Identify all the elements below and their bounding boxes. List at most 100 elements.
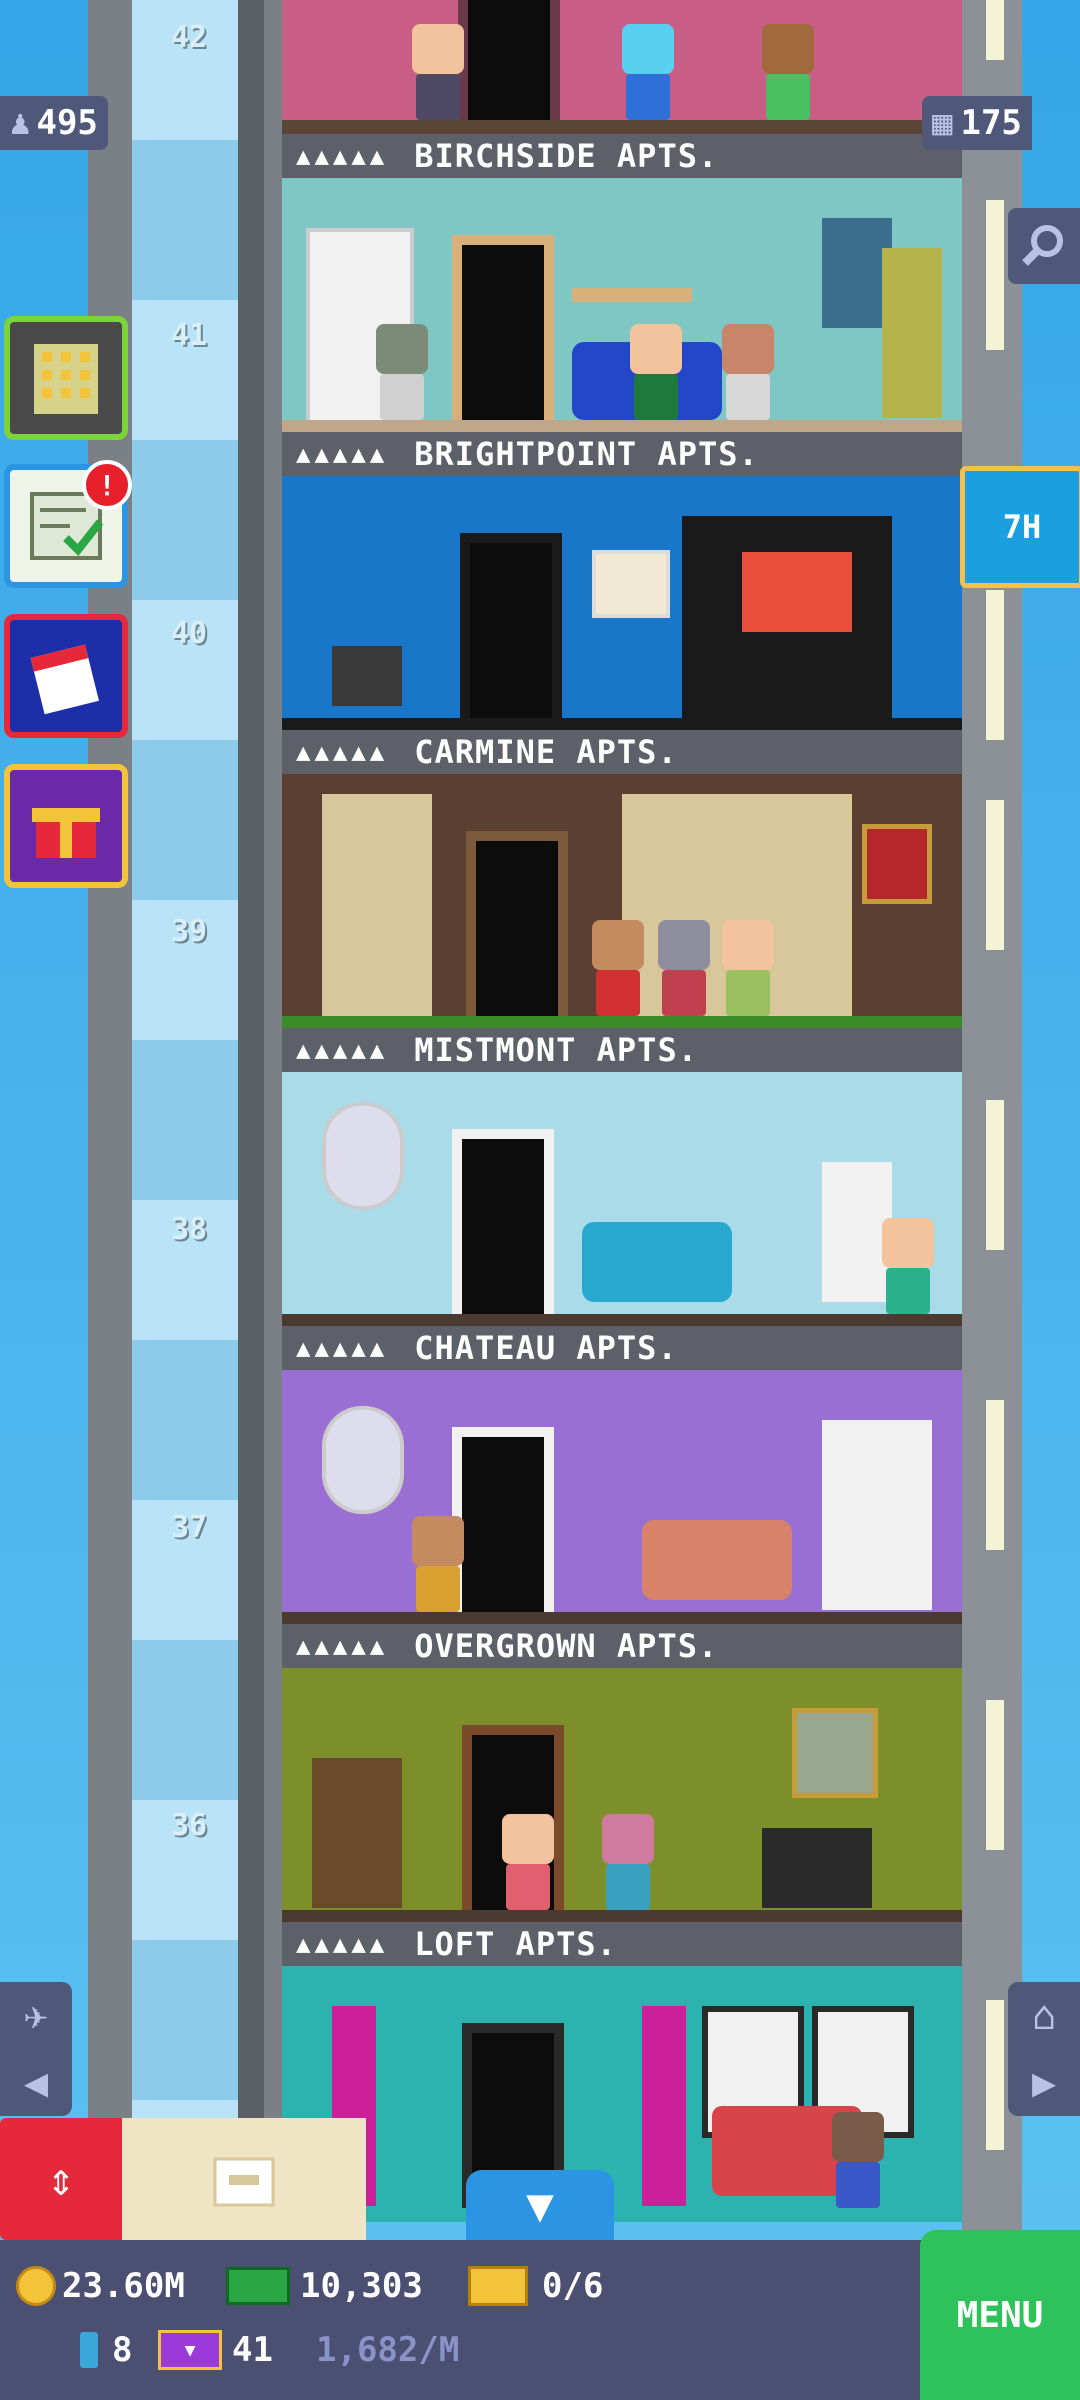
floor-mistmont[interactable]: ▲▲▲▲▲ MISTMONT APTS. [282,1028,962,1328]
bottom-bar: 23.60M 10,303 0/6 8 ▼ 41 1,682/M [0,2240,1080,2400]
wall-shelf [572,288,692,302]
floor-name: LOFT APTS. [414,1925,617,1963]
floor-birchside[interactable]: ▲▲▲▲▲ BIRCHSIDE APTS. [282,134,962,434]
floor-42-room[interactable] [282,0,962,134]
building-icon: ▦ [932,103,953,143]
alert-badge: ! [82,460,132,510]
chevron-down-icon: ▼ [526,2178,554,2232]
vip-display: ▼ 41 [158,2330,273,2370]
bux-display: 10,303 [226,2266,423,2306]
tickets-display: 0/6 [468,2266,603,2306]
tower-window [986,0,1004,60]
arrow-right-icon: ▶ [1031,2059,1057,2106]
fireplace [762,1828,872,1908]
floor-label-bar: ▲▲▲▲▲ MISTMONT APTS. [282,1028,962,1072]
wallpaper-panel [322,794,432,1024]
vip-icon: ▼ [158,2330,222,2370]
airplane-icon: ✈ [23,1992,49,2039]
floor-label-bar: ▲▲▲▲▲ CHATEAU APTS. [282,1326,962,1370]
floor-number-38: 38 [170,1212,208,1247]
floor-label-bar: ▲▲▲▲▲ BRIGHTPOINT APTS. [282,432,962,476]
tickets-value: 0/6 [542,2266,604,2306]
box-icon [213,2157,275,2207]
menu-button[interactable]: MENU [920,2230,1080,2400]
income-rate: 1,682/M [316,2330,460,2370]
coins-display: 23.60M [16,2266,185,2306]
bux-value: 10,303 [300,2266,423,2306]
arrow-left-icon: ◀ [23,2059,49,2106]
table [332,646,402,706]
floor-label-bar: ▲▲▲▲▲ CARMINE APTS. [282,730,962,774]
occupancy-icon: ▲▲▲▲▲ [296,738,389,766]
search-icon [1022,225,1063,266]
tower-window [986,2000,1004,2150]
person-icon: ♟ [10,103,31,143]
occupancy-icon: ▲▲▲▲▲ [296,1334,389,1362]
right-nav-button[interactable]: ⌂ ▶ [1008,1982,1080,2116]
gems-display: 8 [80,2330,132,2370]
home-icon: ⌂ [1031,1992,1057,2039]
elevator-button[interactable]: ⇕ [0,2118,122,2240]
floor-number-42: 42 [170,20,208,55]
stock-button[interactable] [122,2118,366,2240]
sofa [582,1222,732,1302]
painting [862,824,932,904]
occupancy-icon: ▲▲▲▲▲ [296,142,389,170]
bookshelf [312,1758,402,1908]
gift-button[interactable] [4,764,128,888]
tower-window [986,1700,1004,1850]
coins-value: 23.60M [62,2266,185,2306]
build-floor-button[interactable] [4,316,128,440]
occupancy-icon: ▲▲▲▲▲ [296,1930,389,1958]
mirror [322,1102,404,1210]
floor-name: BIRCHSIDE APTS. [414,137,719,175]
golden-ticket-icon [468,2266,528,2306]
occupancy-icon: ▲▲▲▲▲ [296,1632,389,1660]
sofa [642,1520,792,1600]
elevator-rail [238,0,264,2240]
floor-label-bar: ▲▲▲▲▲ OVERGROWN APTS. [282,1624,962,1668]
gem-icon [80,2332,98,2368]
search-button[interactable] [1008,208,1080,284]
daily-calendar-button[interactable] [4,614,128,738]
floor-name: CHATEAU APTS. [414,1329,678,1367]
occupancy-icon: ▲▲▲▲▲ [296,440,389,468]
floor-overgrown[interactable]: ▲▲▲▲▲ OVERGROWN APTS. [282,1624,962,1924]
calendar-icon [30,644,99,715]
residents-value: 495 [36,103,98,143]
left-nav-button[interactable]: ✈ ◀ [0,1982,72,2116]
floor-name: MISTMONT APTS. [414,1031,698,1069]
timer-button[interactable]: 7H [960,466,1080,588]
building-icon [34,344,98,414]
tower-window [986,590,1004,740]
tower-bux-icon [226,2267,290,2305]
floor-name: CARMINE APTS. [414,733,678,771]
floor-label-bar: ▲▲▲▲▲ LOFT APTS. [282,1922,962,1966]
scroll-down-button[interactable]: ▼ [466,2170,614,2240]
mirror [322,1406,404,1514]
gift-icon [32,808,100,858]
floor-loft[interactable]: ▲▲▲▲▲ LOFT APTS. [282,1922,962,2222]
floor-number-41: 41 [170,318,208,353]
painting [792,1708,878,1798]
cabinet [822,1420,932,1610]
floors-counter[interactable]: ▦ 175 [922,96,1032,150]
coin-icon [16,2266,56,2306]
floor-name: OVERGROWN APTS. [414,1627,719,1665]
floor-number-37: 37 [170,1510,208,1545]
floor-number-40: 40 [170,616,208,651]
tower-window [986,800,1004,950]
curtain [642,2006,686,2206]
floor-carmine[interactable]: ▲▲▲▲▲ CARMINE APTS. [282,730,962,1030]
floor-name: BRIGHTPOINT APTS. [414,435,759,473]
plant [882,248,942,418]
floor-brightpoint[interactable]: ▲▲▲▲▲ BRIGHTPOINT APTS. [282,432,962,732]
residents-counter[interactable]: ♟ 495 [0,96,108,150]
floor-number-36: 36 [170,1808,208,1843]
floor-chateau[interactable]: ▲▲▲▲▲ CHATEAU APTS. [282,1326,962,1626]
gems-value: 8 [112,2330,133,2370]
picture-frame [592,550,670,618]
missions-button[interactable]: ! [4,460,132,588]
up-down-arrows-icon: ⇕ [47,2152,75,2206]
occupancy-icon: ▲▲▲▲▲ [296,1036,389,1064]
